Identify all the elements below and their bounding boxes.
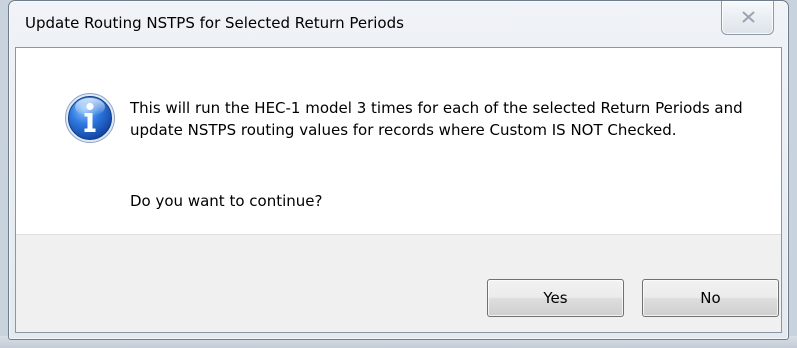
dialog-content: This will run the HEC-1 model 3 times fo… [15, 47, 782, 333]
yes-button[interactable]: Yes [487, 279, 624, 317]
dialog-title: Update Routing NSTPS for Selected Return… [25, 14, 404, 32]
close-button[interactable] [721, 1, 774, 35]
dialog-button-bar: Yes No [16, 234, 781, 332]
dialog-title-bar[interactable]: Update Routing NSTPS for Selected Return… [9, 1, 788, 45]
close-icon [742, 11, 755, 23]
no-button[interactable]: No [642, 279, 779, 317]
dialog-message: This will run the HEC-1 model 3 times fo… [130, 99, 743, 139]
message-dialog: Update Routing NSTPS for Selected Return… [8, 0, 789, 340]
dialog-question: Do you want to continue? [130, 192, 323, 210]
info-icon [65, 93, 115, 143]
